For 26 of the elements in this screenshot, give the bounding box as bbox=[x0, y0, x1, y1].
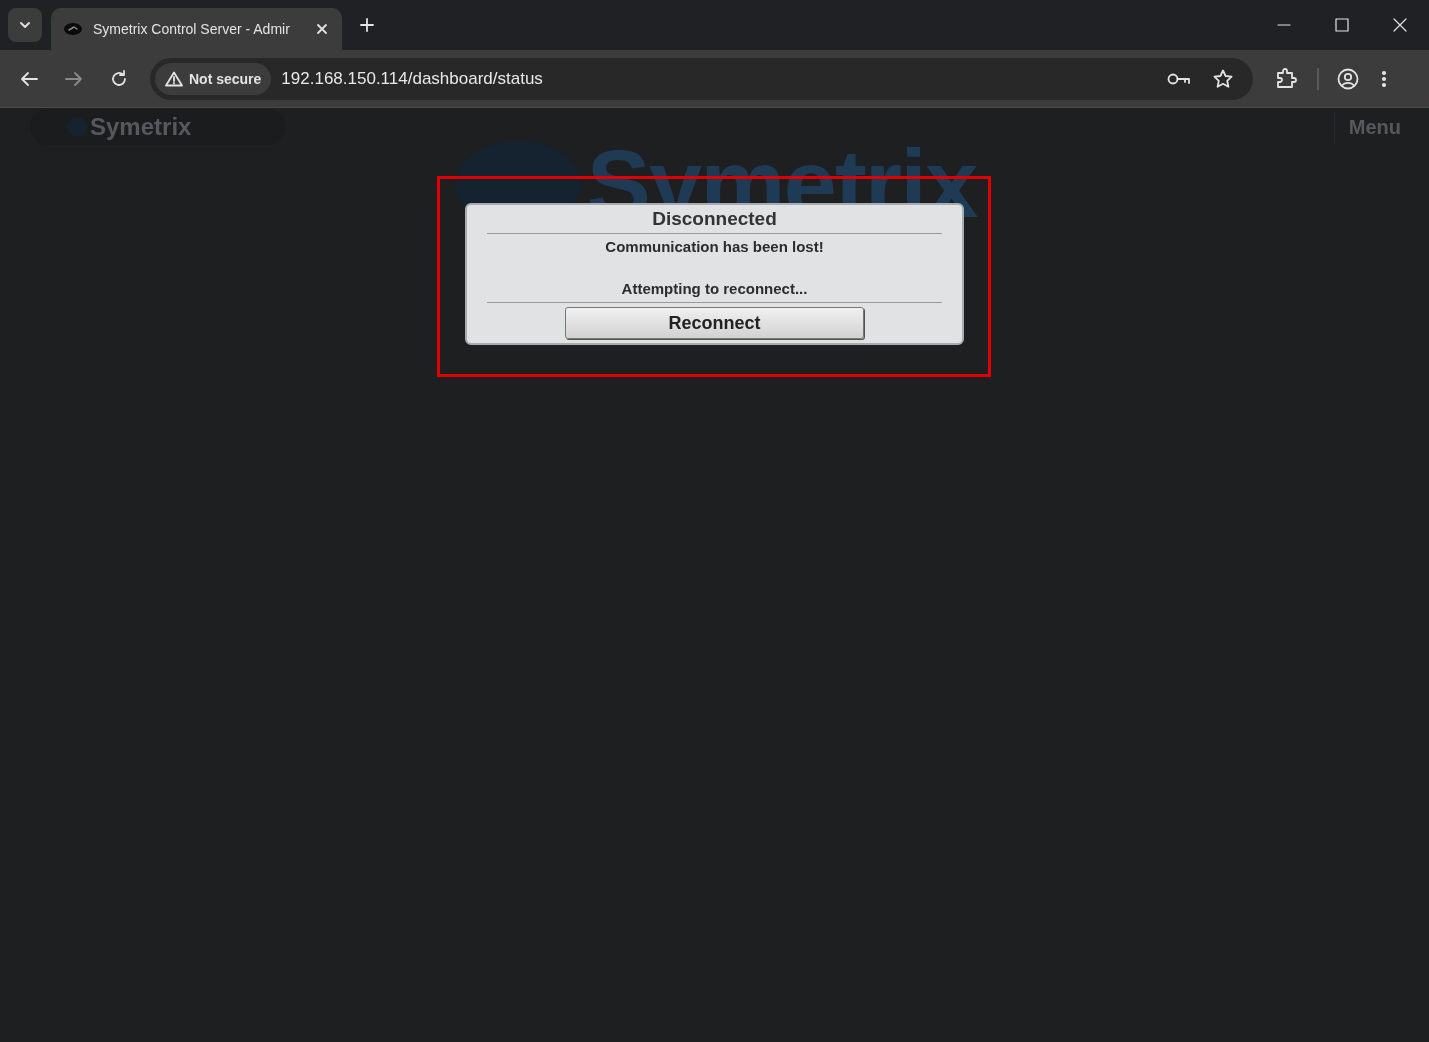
maximize-icon[interactable] bbox=[1335, 18, 1349, 32]
more-options-icon[interactable] bbox=[1381, 69, 1387, 88]
reload-icon[interactable] bbox=[110, 69, 128, 88]
profile-icon[interactable] bbox=[1337, 67, 1359, 90]
logo-text: Symetrix bbox=[90, 113, 192, 141]
warning-icon bbox=[165, 70, 183, 87]
forward-arrow-icon bbox=[65, 70, 83, 87]
reconnect-button[interactable]: Reconnect bbox=[565, 307, 864, 339]
security-chip[interactable]: Not secure bbox=[155, 62, 272, 95]
close-window-icon[interactable] bbox=[1393, 18, 1407, 32]
security-label: Not secure bbox=[189, 70, 262, 87]
dialog-message: Communication has been lost! bbox=[605, 237, 824, 257]
key-icon[interactable] bbox=[1167, 71, 1191, 86]
puzzle-piece-icon[interactable] bbox=[1275, 67, 1297, 90]
tab-title: Symetrix Control Server - Admir bbox=[93, 21, 291, 37]
status-message: Attempting to reconnect... bbox=[621, 279, 808, 299]
new-tab-icon[interactable] bbox=[360, 18, 374, 32]
chevron-down-icon bbox=[19, 21, 31, 29]
url-text: 192.168.150.114/dashboard/status bbox=[281, 68, 543, 89]
browser-tab[interactable]: Symetrix Control Server - Admir bbox=[51, 8, 342, 50]
star-icon[interactable] bbox=[1213, 68, 1233, 89]
close-icon[interactable] bbox=[316, 23, 328, 35]
favicon-icon bbox=[63, 22, 83, 36]
address-bar[interactable]: Not secure 192.168.150.114/dashboard/status bbox=[150, 57, 1253, 100]
tab-search-button[interactable] bbox=[8, 8, 42, 42]
back-arrow-icon[interactable] bbox=[20, 70, 38, 87]
